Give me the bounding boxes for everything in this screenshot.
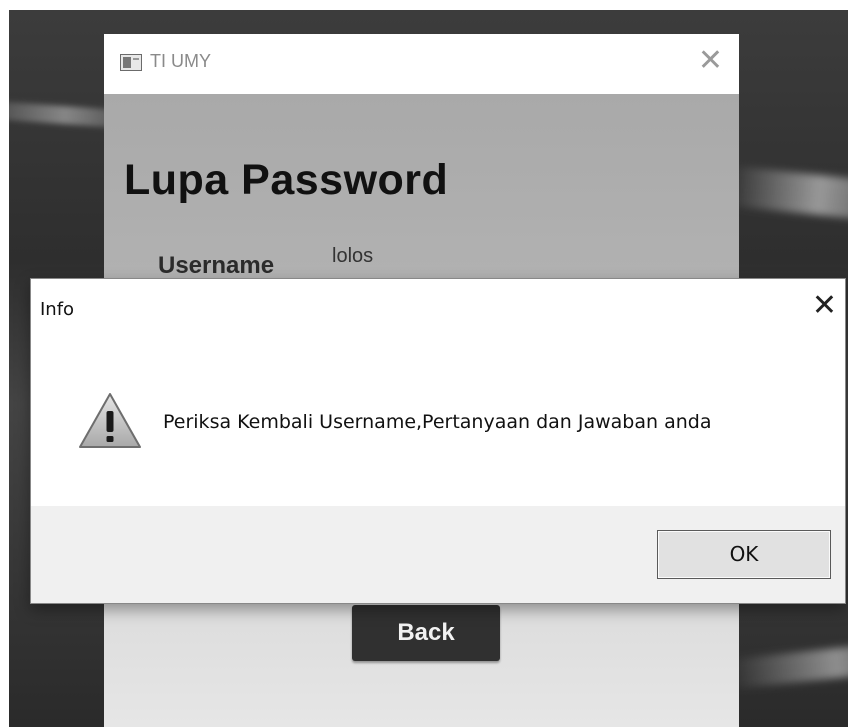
wallpaper-light-streak (727, 640, 848, 690)
username-field[interactable]: lolos (332, 245, 373, 268)
app-window-icon (120, 54, 142, 71)
app-window-title: TI UMY (150, 51, 211, 71)
warning-icon (79, 393, 141, 448)
username-label: Username (158, 252, 275, 279)
ok-button[interactable]: OK (657, 530, 831, 579)
dialog-title: Info (40, 299, 75, 320)
app-titlebar[interactable]: TI UMY ✕ (104, 34, 739, 94)
app-close-icon[interactable]: ✕ (698, 46, 723, 76)
back-button[interactable]: Back (352, 605, 500, 661)
dialog-message: Periksa Kembali Username,Pertanyaan dan … (163, 411, 712, 433)
dialog-footer: OK (31, 506, 845, 603)
wallpaper-light-streak (727, 165, 848, 225)
page-title: Lupa Password (124, 156, 449, 204)
info-dialog: Info ✕ Periksa Kembali Username,Pertanya… (30, 278, 846, 604)
dialog-close-icon[interactable]: ✕ (812, 291, 837, 321)
